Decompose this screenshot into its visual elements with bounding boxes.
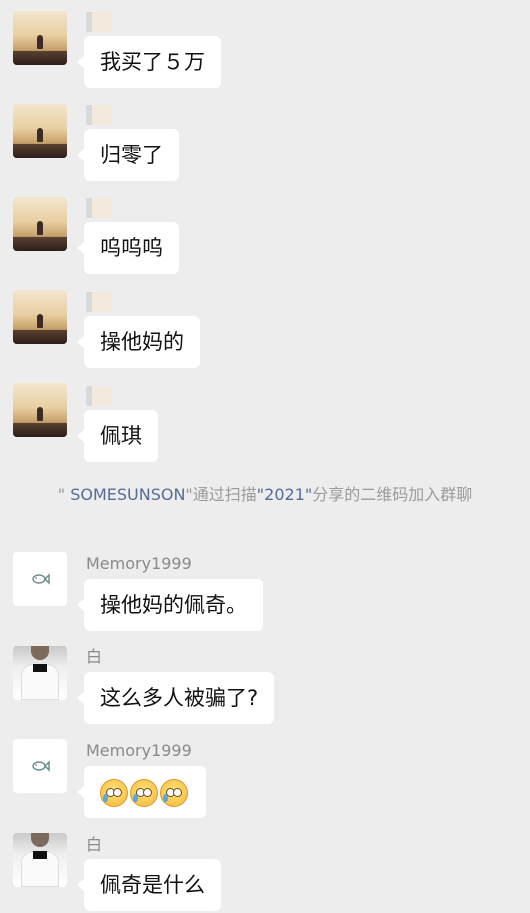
sender-name-redacted bbox=[86, 105, 112, 125]
message-bubble[interactable]: 归零了 bbox=[77, 129, 179, 181]
fish-icon bbox=[32, 573, 50, 585]
sender-name: Memory1999 bbox=[86, 554, 192, 573]
sender-name: 白 bbox=[86, 647, 103, 666]
notice-action: 分享的二维码加入群聊 bbox=[312, 485, 473, 504]
person-avatar[interactable] bbox=[13, 646, 67, 700]
crying-face-emoji bbox=[130, 779, 158, 807]
sender-name: 白 bbox=[86, 835, 103, 854]
sunset-avatar[interactable] bbox=[13, 104, 67, 158]
crying-face-emoji bbox=[100, 779, 128, 807]
sender-name: Memory1999 bbox=[86, 741, 192, 760]
fish-avatar[interactable] bbox=[13, 552, 67, 606]
fish-icon bbox=[32, 760, 50, 772]
message-bubble[interactable]: 佩琪 bbox=[77, 410, 158, 462]
message-bubble[interactable]: 这么多人被骗了? bbox=[76, 672, 275, 724]
sunset-avatar[interactable] bbox=[13, 197, 67, 251]
message-bubble[interactable]: 操他妈的佩奇。 bbox=[77, 579, 263, 631]
sender-name-redacted bbox=[86, 386, 112, 406]
inviter-name[interactable]: SOMESUNSON bbox=[65, 485, 185, 504]
sender-name-redacted bbox=[86, 292, 112, 312]
person-avatar[interactable] bbox=[13, 833, 67, 887]
sender-name-redacted bbox=[86, 12, 112, 32]
quote-open: " bbox=[57, 485, 66, 504]
sunset-avatar[interactable] bbox=[13, 290, 67, 344]
emoji-message-bubble[interactable] bbox=[77, 766, 206, 818]
message-bubble[interactable]: 我买了５万 bbox=[77, 36, 221, 88]
message-bubble[interactable]: 操他妈的 bbox=[77, 316, 200, 368]
sunset-avatar[interactable] bbox=[13, 11, 67, 65]
message-bubble[interactable]: 呜呜呜 bbox=[77, 222, 179, 274]
sender-name-redacted bbox=[86, 198, 112, 218]
fish-avatar[interactable] bbox=[13, 739, 67, 793]
crying-face-emoji bbox=[160, 779, 188, 807]
message-bubble[interactable]: 佩奇是什么 bbox=[77, 859, 221, 911]
system-join-notice: " SOMESUNSON"通过扫描"2021"分享的二维码加入群聊 bbox=[30, 483, 500, 507]
sunset-avatar[interactable] bbox=[13, 383, 67, 437]
code-owner-name[interactable]: "2021" bbox=[257, 485, 312, 504]
quote-close: " bbox=[185, 485, 193, 504]
notice-via: 通过扫描 bbox=[192, 485, 257, 504]
